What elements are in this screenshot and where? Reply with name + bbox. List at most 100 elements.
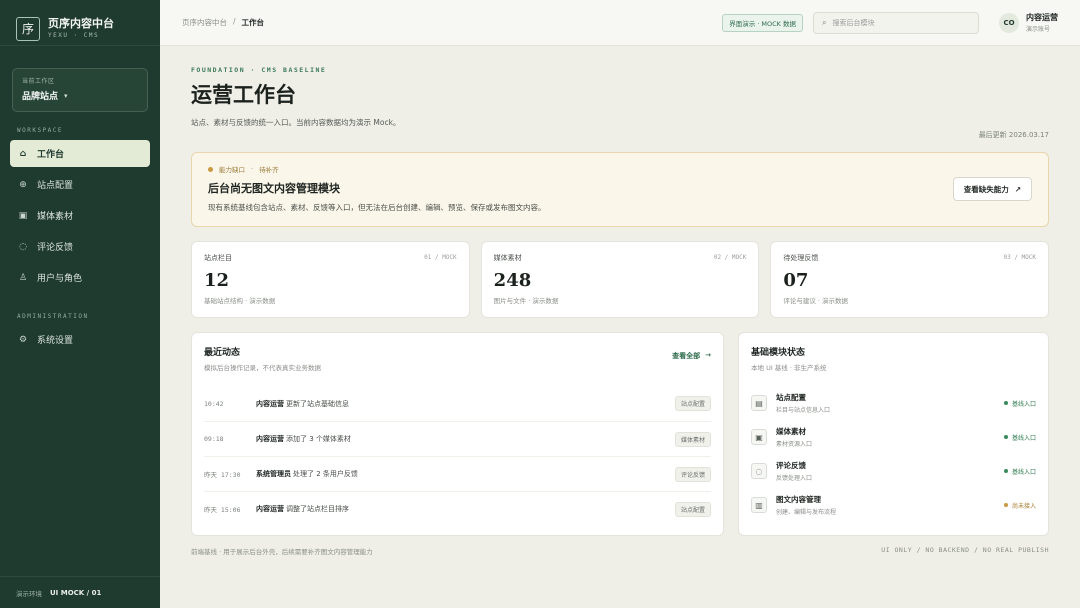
module-desc: 栏目与站点信息入口 xyxy=(776,407,831,414)
footer-note: 前端基线 · 用于展示后台外壳，后续需要补齐图文内容管理能力 xyxy=(191,548,373,556)
recent-activity-panel: 最近动态 模拟后台操作记录，不代表真实业务数据 查看全部 → 10:42 内容运… xyxy=(191,332,724,536)
activity-row[interactable]: 10:42 内容运营 更新了站点基础信息 站点配置 xyxy=(204,386,711,421)
status-dot-icon xyxy=(1003,401,1008,405)
activity-list: 10:42 内容运营 更新了站点基础信息 站点配置 09:18 内容运营 添加了… xyxy=(204,386,711,526)
footer-flags: UI ONLY / NO BACKEND / NO REAL PUBLISH xyxy=(881,546,1049,554)
comment-icon: ◌ xyxy=(19,241,27,252)
comment-icon: ◌ xyxy=(751,463,767,479)
stat-code: 02 / MOCK xyxy=(713,254,747,261)
alert-description: 现有系统基线包含站点、素材、反馈等入口，但无法在后台创建、编辑、预览、保存或发布… xyxy=(208,203,546,212)
sidebar-item-comments[interactable]: ◌ 评论反馈 xyxy=(10,233,150,260)
stat-value: 12 xyxy=(204,270,230,291)
stat-label: 待处理反馈 xyxy=(783,254,819,262)
workspace-value: 品牌站点 xyxy=(22,92,59,102)
activity-tag: 评论反馈 xyxy=(674,466,711,482)
layout-icon: ▤ xyxy=(751,395,767,411)
page-content: FOUNDATION · CMS BASELINE 运营工作台 站点、素材与反馈… xyxy=(160,46,1080,556)
module-status: 尚未接入 xyxy=(1003,501,1036,510)
brand-logo: 序 xyxy=(16,16,40,41)
module-status-label: 基线入口 xyxy=(1011,400,1036,408)
workspace-switcher[interactable]: 当前工作区 品牌站点 ▾ xyxy=(12,68,148,112)
activity-actor: 系统管理员 xyxy=(256,470,291,478)
sidebar-item-label: 站点配置 xyxy=(37,181,74,191)
activity-text: 添加了 3 个媒体素材 xyxy=(286,435,351,443)
app-shell: 序 页序内容中台 YEXU · CMS 当前工作区 品牌站点 ▾ WORKSPA… xyxy=(0,0,1080,608)
workspace-label: 当前工作区 xyxy=(22,78,55,85)
sidebar-item-media[interactable]: ▣ 媒体素材 xyxy=(10,202,150,229)
stat-value: 07 xyxy=(783,270,809,291)
alert-tag-separator: · xyxy=(251,165,254,173)
sidebar-item-label: 媒体素材 xyxy=(37,212,74,222)
module-row[interactable]: ▤ 站点配置 栏目与站点信息入口 基线入口 xyxy=(751,386,1036,420)
activity-tag: 站点配置 xyxy=(674,396,711,411)
gear-icon: ⚙ xyxy=(18,334,28,345)
activity-actor: 内容运营 xyxy=(256,505,284,513)
module-row[interactable]: ▣ 媒体素材 素材资源入口 基线入口 xyxy=(751,420,1036,454)
module-row[interactable]: ◌ 评论反馈 反馈处理入口 基线入口 xyxy=(751,454,1036,488)
brand-subtitle: YEXU · CMS xyxy=(48,32,100,40)
user-role: 演示账号 xyxy=(1026,26,1051,33)
brand[interactable]: 序 页序内容中台 YEXU · CMS xyxy=(0,0,160,46)
modules-title: 基础模块状态 xyxy=(751,348,806,358)
topbar: 页序内容中台 / 工作台 界面演示 · MOCK 数据 ⌕ CO 内容运营 演示… xyxy=(160,0,1080,46)
sidebar-admin-nav: ⚙ 系统设置 xyxy=(0,326,160,353)
alert-tag-todo: 待补齐 xyxy=(259,166,279,174)
stat-code: 01 / MOCK xyxy=(424,254,457,261)
sidebar-item-site-config[interactable]: ⊕ 站点配置 xyxy=(10,171,150,198)
stat-note: 图片与文件 · 演示数据 xyxy=(493,297,559,305)
chevron-down-icon: ▾ xyxy=(64,91,68,100)
activity-row[interactable]: 昨天 17:30 系统管理员 处理了 2 条用户反馈 评论反馈 xyxy=(204,456,711,491)
breadcrumb-root[interactable]: 页序内容中台 xyxy=(182,17,227,28)
main-area: 页序内容中台 / 工作台 界面演示 · MOCK 数据 ⌕ CO 内容运营 演示… xyxy=(160,0,1080,608)
module-name: 站点配置 xyxy=(776,393,806,402)
search-input[interactable] xyxy=(832,18,963,27)
image-icon: ▣ xyxy=(751,429,767,445)
sidebar-item-users[interactable]: ♙ 用户与角色 xyxy=(10,264,150,291)
globe-icon: ⊕ xyxy=(19,179,27,190)
section-label-admin: ADMINISTRATION xyxy=(17,313,89,320)
sidebar-item-label: 评论反馈 xyxy=(37,243,74,253)
module-name: 图文内容管理 xyxy=(776,495,821,504)
module-row[interactable]: ▥ 图文内容管理 创建、编辑与发布流程 尚未接入 xyxy=(751,488,1036,522)
user-menu[interactable]: CO 内容运营 演示账号 xyxy=(999,12,1058,33)
status-dot-icon xyxy=(1003,469,1008,473)
last-updated: 最后更新 2026.03.17 xyxy=(978,131,1049,139)
activity-text: 调整了站点栏目排序 xyxy=(286,505,349,513)
module-status-panel: 基础模块状态 本地 UI 基线 · 非生产系统 ▤ 站点配置 栏目与站点信息入口… xyxy=(738,332,1049,536)
module-status: 基线入口 xyxy=(1003,399,1036,408)
sidebar-item-settings[interactable]: ⚙ 系统设置 xyxy=(10,326,150,353)
sidebar: 序 页序内容中台 YEXU · CMS 当前工作区 品牌站点 ▾ WORKSPA… xyxy=(0,0,160,608)
stat-note: 基础站点结构 · 演示数据 xyxy=(204,297,276,305)
view-all-link[interactable]: 查看全部 → xyxy=(672,351,711,361)
sidebar-item-label: 系统设置 xyxy=(37,336,74,346)
stat-note: 评论与建议 · 演示数据 xyxy=(783,297,849,305)
activity-row[interactable]: 09:18 内容运营 添加了 3 个媒体素材 媒体素材 xyxy=(204,421,711,456)
page-footer: 前端基线 · 用于展示后台外壳，后续需要补齐图文内容管理能力 UI ONLY /… xyxy=(191,546,1049,556)
page-eyebrow: FOUNDATION · CMS BASELINE xyxy=(191,66,327,74)
alert-button-label: 查看缺失能力 xyxy=(963,184,1009,194)
search-box[interactable]: ⌕ xyxy=(813,11,979,34)
panels-row: 最近动态 模拟后台操作记录，不代表真实业务数据 查看全部 → 10:42 内容运… xyxy=(191,332,1049,536)
module-status: 基线入口 xyxy=(1003,467,1036,476)
stat-card: 媒体素材 02 / MOCK 248 图片与文件 · 演示数据 xyxy=(480,241,760,318)
activity-time: 10:42 xyxy=(204,399,224,408)
activity-text: 处理了 2 条用户反馈 xyxy=(293,470,358,478)
activity-tag: 媒体素材 xyxy=(674,431,711,447)
environment-indicator: 演示环境 UI MOCK / 01 xyxy=(0,576,160,608)
activity-time: 昨天 17:30 xyxy=(204,471,241,479)
view-missing-capabilities-button[interactable]: 查看缺失能力 ↗ xyxy=(952,177,1032,201)
sidebar-item-dashboard[interactable]: ⌂ 工作台 xyxy=(10,140,150,167)
sidebar-item-label: 用户与角色 xyxy=(37,274,83,284)
activity-title: 最近动态 xyxy=(204,348,241,358)
arrow-right-icon: → xyxy=(705,351,711,359)
env-label: 演示环境 xyxy=(16,589,42,598)
view-all-label: 查看全部 xyxy=(672,352,701,360)
sidebar-nav: ⌂ 工作台 ⊕ 站点配置 ▣ 媒体素材 ◌ 评论反馈 ♙ 用户与角色 xyxy=(0,140,160,291)
activity-subtitle: 模拟后台操作记录，不代表真实业务数据 xyxy=(204,364,321,372)
module-status-label: 尚未接入 xyxy=(1011,502,1036,510)
warning-dot-icon xyxy=(208,166,213,172)
user-name: 内容运营 xyxy=(1026,13,1058,22)
activity-row[interactable]: 昨天 15:06 内容运营 调整了站点栏目排序 站点配置 xyxy=(204,491,711,526)
users-icon: ♙ xyxy=(18,272,28,283)
breadcrumb: 页序内容中台 / 工作台 xyxy=(182,17,264,28)
